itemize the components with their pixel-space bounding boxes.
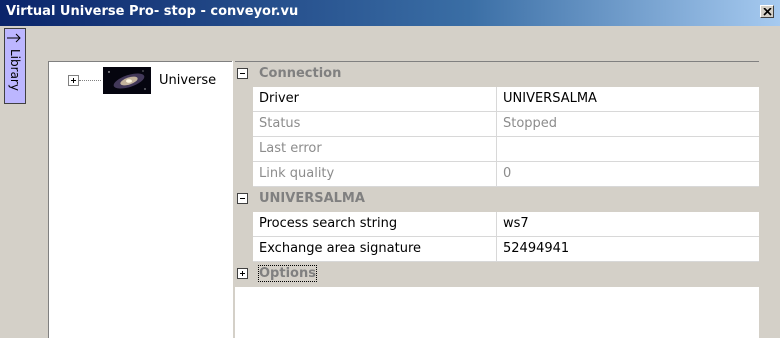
property-value: Stopped xyxy=(503,116,558,131)
galaxy-icon xyxy=(103,67,151,94)
category-universalma[interactable]: UNIVERSALMA xyxy=(235,187,759,212)
collapse-icon[interactable] xyxy=(237,193,248,204)
close-button[interactable] xyxy=(760,5,774,18)
library-tab-label: Library xyxy=(8,49,22,91)
right-panel-edge xyxy=(759,61,780,338)
arrow-right-icon xyxy=(7,33,21,43)
property-value: 0 xyxy=(503,166,512,181)
property-row-link-quality[interactable]: Link quality 0 xyxy=(235,162,759,187)
property-name: Driver xyxy=(235,87,497,112)
property-value xyxy=(497,137,759,161)
collapse-icon[interactable] xyxy=(237,68,248,79)
property-grid: Connection Driver UNIVERSALMA Status Sto… xyxy=(235,61,759,338)
property-row-last-error[interactable]: Last error xyxy=(235,137,759,162)
category-label: UNIVERSALMA xyxy=(259,191,365,206)
window-title: Virtual Universe Pro- stop - conveyor.vu xyxy=(6,4,299,19)
property-row-process-search-string[interactable]: Process search string ws7 xyxy=(235,212,759,237)
property-row-driver[interactable]: Driver UNIVERSALMA xyxy=(235,87,759,112)
expand-icon[interactable] xyxy=(237,268,248,279)
tree-item-universe[interactable]: Universe xyxy=(159,73,216,88)
universe-tree: Universe xyxy=(48,61,232,338)
tree-expand-button[interactable] xyxy=(68,75,79,86)
category-label: Options xyxy=(258,265,317,282)
property-value[interactable]: 52494941 xyxy=(497,237,759,261)
property-value[interactable]: ws7 xyxy=(497,212,759,236)
tree-connector xyxy=(79,80,101,81)
property-name: Process search string xyxy=(235,212,497,237)
library-tab[interactable]: Library xyxy=(4,28,26,104)
property-name: Exchange area signature xyxy=(235,237,497,262)
category-connection[interactable]: Connection xyxy=(235,62,759,87)
title-bar: Virtual Universe Pro- stop - conveyor.vu xyxy=(0,0,780,26)
property-name: Status xyxy=(235,112,497,137)
property-name: Link quality xyxy=(235,162,497,187)
close-icon xyxy=(763,8,772,16)
category-options[interactable]: Options xyxy=(235,262,759,287)
property-row-status[interactable]: Status Stopped xyxy=(235,112,759,137)
property-value[interactable]: UNIVERSALMA xyxy=(497,87,759,111)
category-label: Connection xyxy=(259,66,342,81)
property-name: Last error xyxy=(235,137,497,162)
property-row-exchange-area-signature[interactable]: Exchange area signature 52494941 xyxy=(235,237,759,262)
grid-empty-area xyxy=(235,288,759,338)
